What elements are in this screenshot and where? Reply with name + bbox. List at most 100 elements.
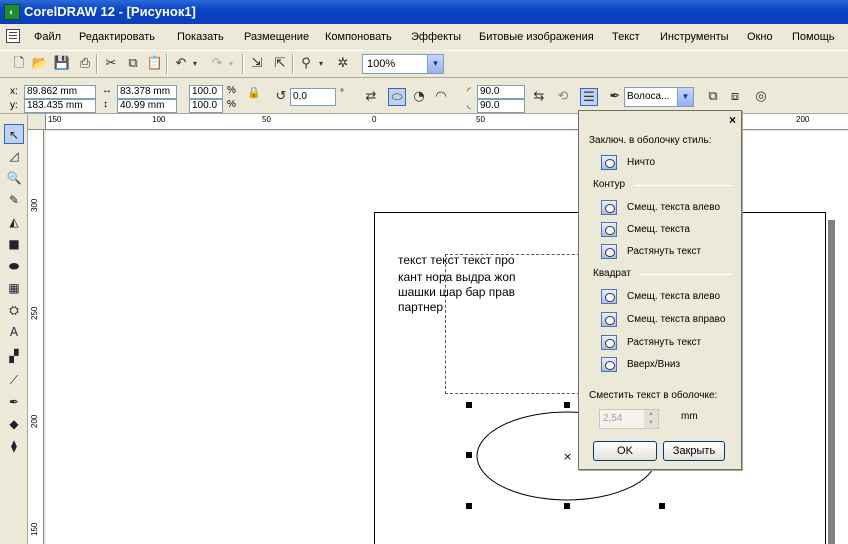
menu-effects[interactable]: Эффекты (411, 31, 461, 43)
shape-tool-icon[interactable]: ◿ (4, 146, 24, 166)
start-angle-field[interactable]: 90.0 (477, 85, 525, 99)
wrap-option-label: Смещ. текста влево (627, 202, 721, 213)
rectangle-tool-icon[interactable]: ■ (4, 234, 24, 254)
page-shadow (828, 220, 835, 544)
redo-dropdown-icon[interactable]: ▾ (226, 55, 236, 73)
cut-icon[interactable]: ✂ (102, 55, 120, 73)
wrap-text-popup: × Заключ. в оболочку стиль: Ничто Контур… (578, 110, 742, 470)
toolbar-separator (242, 54, 244, 74)
paragraph-text-line[interactable]: партнер (398, 300, 443, 314)
graph-paper-tool-icon[interactable]: ▦ (4, 278, 24, 298)
paragraph-text-line[interactable]: кант нора выдра жоп (398, 270, 516, 284)
copy-icon[interactable]: ⧉ (124, 55, 142, 73)
wrap-text-icon[interactable]: ☰ (580, 88, 598, 106)
pick-tool-icon[interactable]: ↖ (4, 124, 24, 144)
end-angle-field[interactable]: 90.0 (477, 99, 525, 113)
pie-icon[interactable]: ◔ (410, 88, 428, 106)
undo-dropdown-icon[interactable]: ▾ (190, 55, 200, 73)
menu-bitmaps[interactable]: Битовые изображения (479, 31, 594, 43)
application-launcher-icon[interactable]: ⚲ (297, 55, 315, 73)
outline-tool-icon[interactable]: ✒ (4, 392, 24, 412)
section-divider (639, 274, 732, 275)
save-icon[interactable]: 💾 (53, 55, 71, 73)
scale-y-field[interactable]: 100.0 (189, 99, 223, 113)
zoom-tool-icon[interactable]: 🔍 (4, 168, 24, 188)
direction-icon[interactable]: ⇆ (530, 88, 548, 106)
arc-icon[interactable]: ◠ (432, 88, 450, 106)
redo-icon[interactable]: ↷ (208, 55, 226, 73)
interactive-fill-tool-icon[interactable]: ⧫ (4, 436, 24, 456)
to-back-icon[interactable]: ⧈ (726, 88, 744, 106)
offset-spinner[interactable]: 2,54 ▲ ▼ (599, 409, 659, 429)
wrap-option-label: Растянуть текст (627, 337, 702, 348)
open-file-icon[interactable]: 📂 (31, 55, 49, 73)
export-icon[interactable]: ⇱ (271, 55, 289, 73)
selection-handle[interactable] (564, 402, 570, 408)
chevron-down-icon[interactable]: ▼ (427, 55, 443, 73)
square-stretch-icon (601, 335, 617, 350)
selection-handle[interactable] (466, 503, 472, 509)
menu-bar: Файл Редактировать Показать Размещение К… (0, 27, 848, 47)
interactive-blend-tool-icon[interactable]: ▞ (4, 346, 24, 366)
menu-view[interactable]: Показать (177, 31, 224, 43)
freehand-tool-icon[interactable]: ✎ (4, 190, 24, 210)
x-position-field[interactable]: 89.862 mm (24, 85, 96, 99)
menu-tools[interactable]: Инструменты (660, 31, 729, 43)
convert-icon[interactable]: ⟲ (554, 88, 572, 106)
close-button[interactable]: Закрыть (663, 441, 725, 461)
menu-text[interactable]: Текст (612, 31, 640, 43)
paragraph-text-line[interactable]: шашки шар бар прав (398, 285, 515, 299)
menu-file[interactable]: Файл (34, 31, 61, 43)
y-position-field[interactable]: 183.435 mm (24, 99, 96, 113)
basic-shapes-tool-icon[interactable]: ⛭ (4, 300, 24, 320)
import-icon[interactable]: ⇲ (248, 55, 266, 73)
menu-help[interactable]: Помощь (792, 31, 835, 43)
vertical-ruler[interactable]: 300 250 200 150 (28, 130, 44, 544)
scale-x-field[interactable]: 100.0 (189, 85, 223, 99)
ruler-origin[interactable] (28, 114, 46, 130)
paste-icon[interactable]: 📋 (146, 55, 164, 73)
paragraph-text-line[interactable]: текст текст текст про (398, 253, 515, 267)
rotation-icon: ↺ (275, 89, 287, 104)
ellipse-icon[interactable]: ⬭ (388, 88, 406, 106)
spin-down-icon[interactable]: ▼ (644, 419, 658, 428)
eyedropper-tool-icon[interactable]: ⟋ (4, 370, 24, 390)
close-icon[interactable]: × (729, 113, 736, 127)
lock-ratio-icon[interactable]: 🔒 (245, 84, 263, 102)
corel-balloon-icon[interactable]: ◐ (4, 4, 20, 20)
toolbar-separator (292, 54, 294, 74)
menu-window[interactable]: Окно (747, 31, 773, 43)
selection-handle[interactable] (659, 503, 665, 509)
fill-tool-icon[interactable]: ◆ (4, 414, 24, 434)
selection-handle[interactable] (466, 452, 472, 458)
smart-fill-tool-icon[interactable]: ◭ (4, 212, 24, 232)
wrap-option-label: Смещ. текста влево (627, 291, 721, 302)
contour-left-icon (601, 200, 617, 215)
convert-to-curves-icon[interactable]: ◎ (752, 88, 770, 106)
corel-online-icon[interactable]: ✲ (334, 55, 352, 73)
selection-handle[interactable] (466, 402, 472, 408)
outline-width-select[interactable]: Волоса... ▼ (624, 87, 694, 107)
menu-arrange[interactable]: Компоновать (325, 31, 392, 43)
rotation-field[interactable]: 0,0 (290, 88, 336, 106)
zoom-level-select[interactable]: 100% ▼ (362, 54, 444, 74)
ruler-v-tick-label: 250 (30, 306, 39, 320)
new-file-icon[interactable]: 🗋 (10, 55, 28, 73)
chevron-down-icon[interactable]: ▼ (677, 88, 693, 106)
menu-edit[interactable]: Редактировать (79, 31, 155, 43)
print-icon[interactable]: ⎙ (76, 55, 94, 73)
ellipse-tool-icon[interactable]: ⬬ (4, 256, 24, 276)
undo-icon[interactable]: ↶ (172, 55, 190, 73)
ok-button[interactable]: OK (593, 441, 657, 461)
launcher-dropdown-icon[interactable]: ▾ (316, 55, 326, 73)
text-tool-icon[interactable]: A (4, 322, 24, 342)
selection-handle[interactable] (564, 503, 570, 509)
spin-up-icon[interactable]: ▲ (644, 410, 658, 419)
to-front-icon[interactable]: ⧉ (704, 88, 722, 106)
height-field[interactable]: 40.99 mm (117, 99, 177, 113)
mirror-icon[interactable]: ⇄ (362, 88, 380, 106)
section-divider (634, 185, 732, 186)
menu-layout[interactable]: Размещение (244, 31, 309, 43)
width-field[interactable]: 83.378 mm (117, 85, 177, 99)
document-icon[interactable] (6, 29, 20, 43)
